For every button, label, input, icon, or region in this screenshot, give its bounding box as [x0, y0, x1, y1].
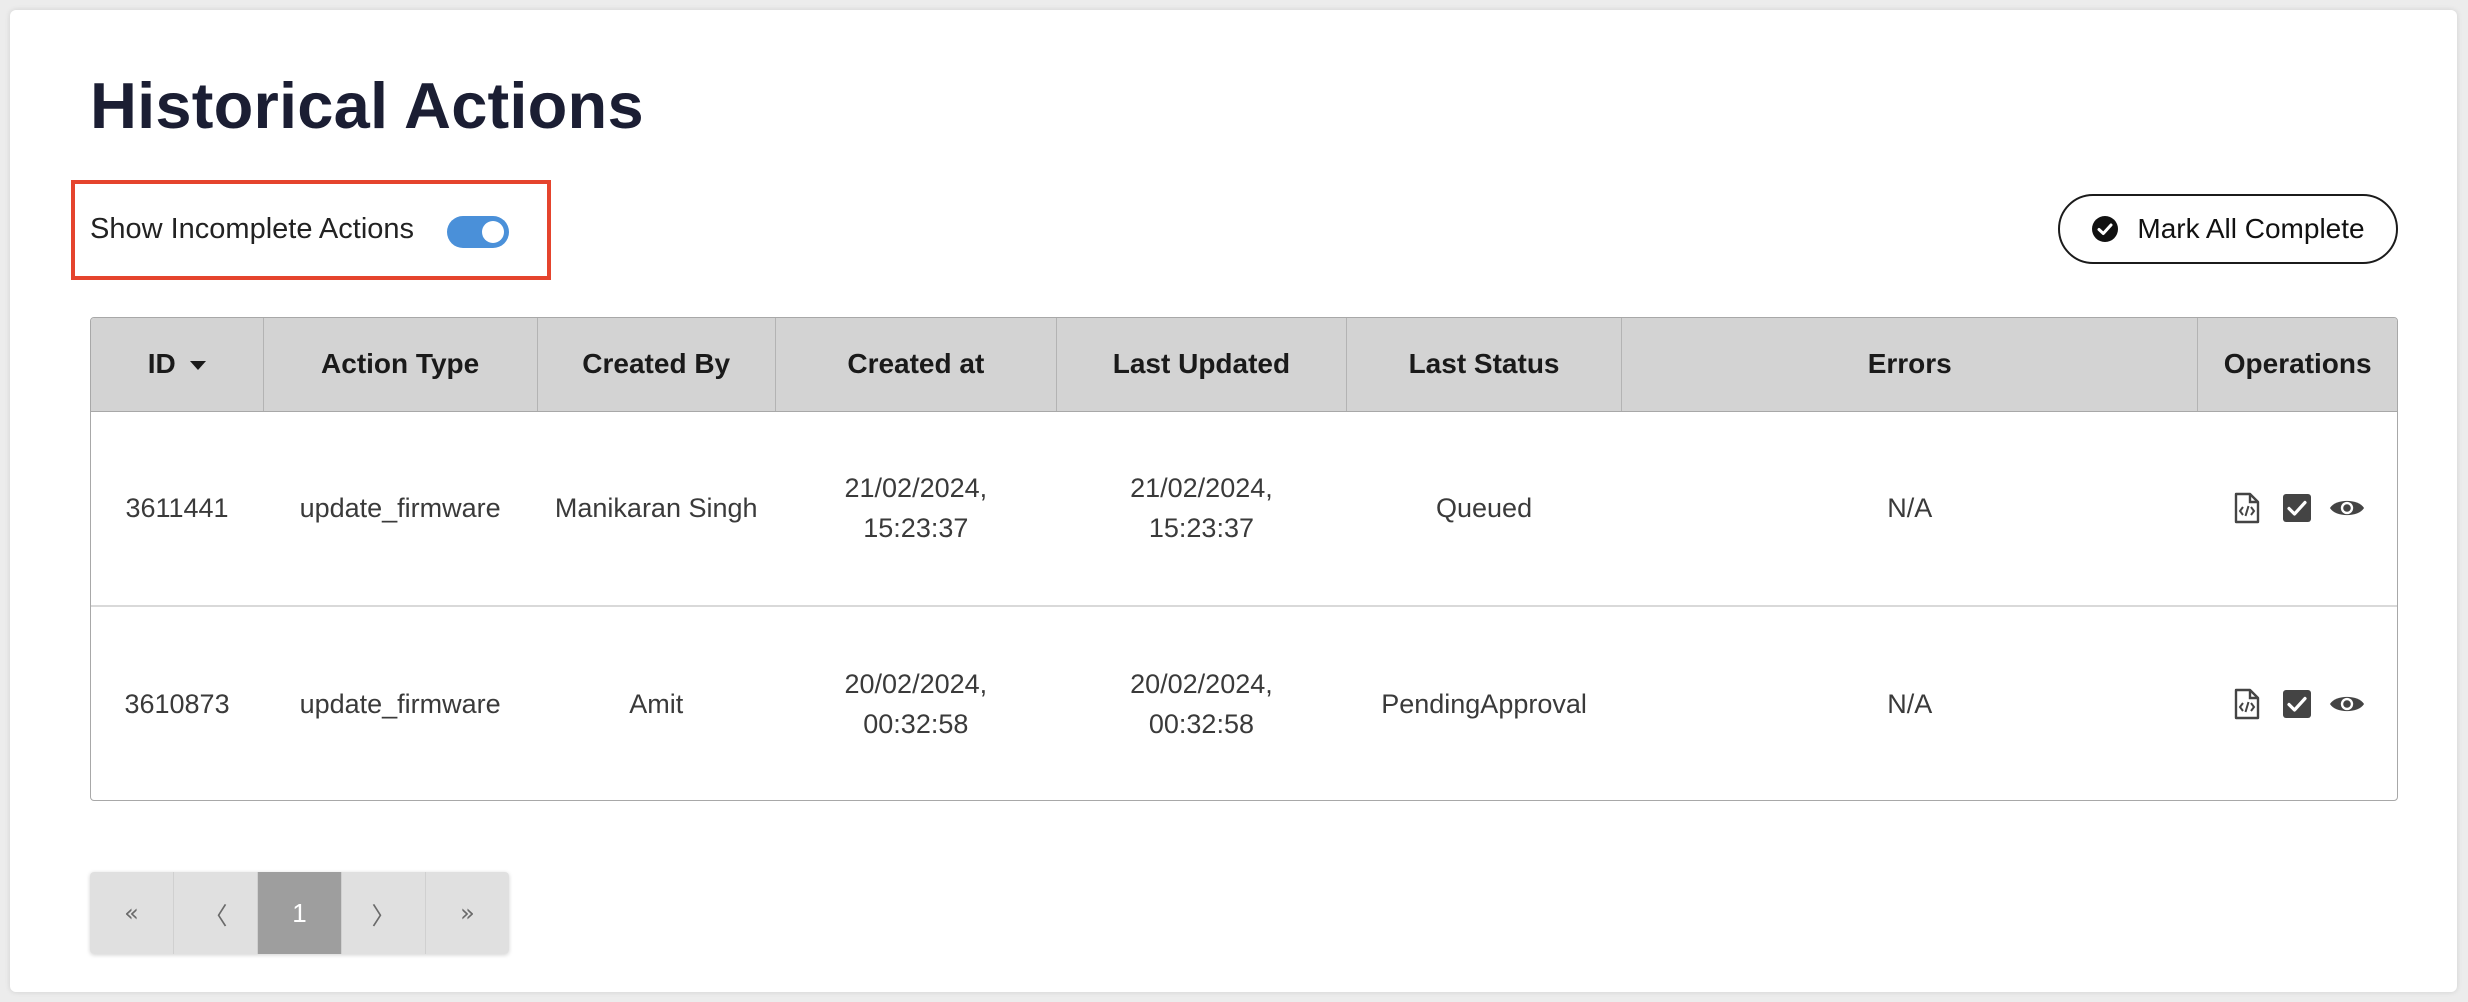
last-page-button[interactable]: »: [426, 872, 509, 954]
column-header-created-by: Created By: [537, 318, 776, 412]
page-1-button[interactable]: 1: [258, 872, 342, 954]
cell-last-updated: 20/02/2024, 00:32:58: [1130, 669, 1273, 739]
eye-icon[interactable]: [2329, 490, 2365, 526]
cell-created-by: Amit: [629, 689, 684, 719]
check-circle-icon: [2091, 215, 2119, 243]
toggle-label: Show Incomplete Actions: [90, 213, 415, 245]
column-header-last-updated: Last Updated: [1056, 318, 1348, 412]
mark-all-complete-label: Mark All Complete: [2137, 213, 2365, 244]
actions-table: ID Action Type Created By Created at Las…: [90, 317, 2398, 801]
cell-action-type: update_firmware: [263, 411, 538, 607]
cell-operations: [2197, 411, 2397, 607]
column-header-created-at: Created at: [775, 318, 1057, 412]
cell-last-status: PendingApproval: [1381, 689, 1587, 719]
cell-errors: N/A: [1887, 689, 1933, 719]
next-page-button[interactable]: 〉: [342, 872, 426, 954]
mark-all-complete-button[interactable]: Mark All Complete: [2058, 194, 2398, 264]
cell-last-status: Queued: [1346, 411, 1622, 607]
cell-created-at: 20/02/2024, 00:32:58: [844, 669, 988, 739]
cell-action-type: update_firmware: [299, 689, 501, 719]
cell-id: 3610873: [124, 689, 230, 719]
show-incomplete-toggle[interactable]: [447, 216, 509, 248]
sort-caret-down-icon[interactable]: [189, 361, 206, 371]
column-header-operations: Operations: [2197, 318, 2397, 412]
cell-errors: N/A: [1621, 411, 2198, 607]
column-header-id[interactable]: ID: [91, 318, 264, 412]
eye-icon[interactable]: [2329, 686, 2365, 722]
cell-id: 3611441: [91, 411, 264, 607]
cell-created-by: Manikaran Singh: [537, 411, 776, 607]
table-header-row: ID Action Type Created By Created at Las…: [91, 318, 2397, 412]
table-row: 3610873 update_firmware Amit 20/02/2024,…: [91, 606, 2397, 800]
column-header-errors: Errors: [1621, 318, 2199, 412]
cell-operations: [2198, 606, 2397, 800]
code-file-icon[interactable]: [2229, 686, 2265, 722]
column-header-action-type: Action Type: [263, 318, 538, 412]
cell-created-at: 21/02/2024, 15:23:37: [775, 411, 1057, 607]
prev-page-button[interactable]: 〈: [174, 872, 258, 954]
code-file-icon[interactable]: [2229, 490, 2265, 526]
column-header-last-status: Last Status: [1346, 318, 1623, 412]
checkbox-icon[interactable]: [2279, 686, 2315, 722]
page-title: Historical Actions: [90, 69, 644, 142]
checkbox-icon[interactable]: [2279, 490, 2315, 526]
table-row: 3611441 update_firmware Manikaran Singh …: [91, 411, 2397, 607]
toggle-knob: [482, 221, 504, 243]
first-page-button[interactable]: «: [90, 872, 174, 954]
cell-last-updated: 21/02/2024, 15:23:37: [1056, 411, 1347, 607]
pagination: « 〈 1 〉 »: [90, 872, 509, 954]
